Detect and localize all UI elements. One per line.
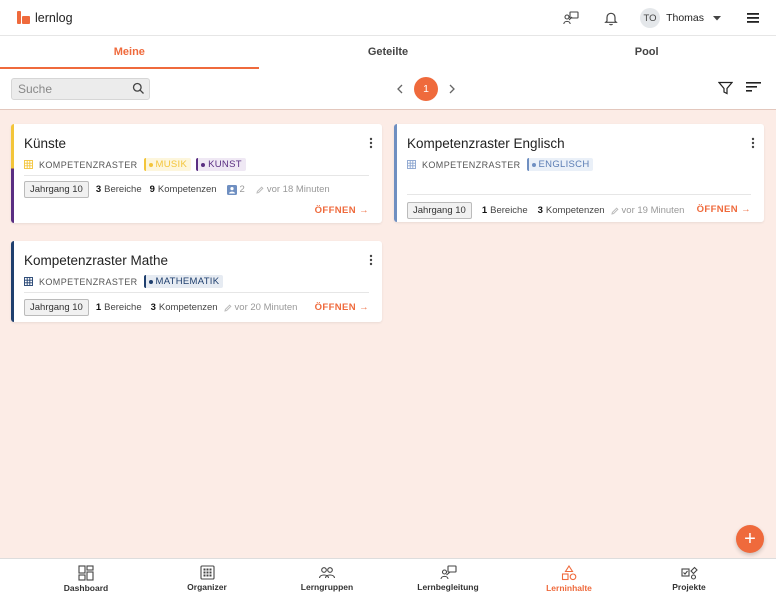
filter-icon[interactable] (718, 81, 733, 95)
pagination: 1 (396, 77, 456, 101)
subject-tag: MUSIK (143, 158, 192, 171)
subject-tag: KUNST (196, 158, 246, 171)
card-stats: Jahrgang 10 1 Bereiche 3 Kompetenzen vor 2… (24, 299, 297, 316)
card-color-strip (11, 241, 14, 322)
current-page-button[interactable]: 1 (414, 77, 438, 101)
app-logo[interactable]: lernlog (17, 11, 73, 25)
subject-tag: MATHEMATIK (143, 275, 224, 288)
dashboard-icon (78, 565, 94, 581)
calendar-grid-icon (199, 565, 215, 580)
caret-down-icon (713, 15, 721, 20)
mentoring-notification-button[interactable] (559, 6, 583, 30)
competencies-stat: 3 Kompetenzen (150, 302, 218, 313)
card-title: Kompetenzraster Englisch (407, 136, 565, 151)
open-button[interactable]: ÖFFNEN → (315, 302, 369, 313)
top-bar: lernlog TO Thomas (0, 0, 776, 36)
content-card-kuenste[interactable]: Künste KOMPETENZRASTER MUSIK KUNST Jahrg… (11, 124, 382, 223)
subject-tag: ENGLISCH (526, 158, 594, 171)
shapes-icon (561, 565, 577, 581)
shared-count: 2 (226, 184, 245, 195)
card-stats: Jahrgang 10 3 Bereiche 9 Kompetenzen 2 vor… (24, 181, 330, 198)
card-meta: KOMPETENZRASTER MUSIK KUNST (24, 158, 246, 171)
avatar: TO (640, 8, 661, 28)
open-button[interactable]: ÖFFNEN → (315, 205, 369, 216)
nav-lerngruppen[interactable]: Lerngruppen (272, 559, 382, 599)
nav-organizer[interactable]: Organizer (152, 559, 262, 599)
chevron-right-icon[interactable] (448, 84, 456, 94)
areas-stat: 1 Bereiche (95, 302, 142, 313)
mentoring-icon (439, 565, 457, 580)
competencies-stat: 3 Kompetenzen (537, 205, 605, 216)
groups-icon (318, 567, 336, 579)
card-color-strip (11, 124, 14, 223)
open-button[interactable]: ÖFFNEN → (697, 204, 751, 215)
toolbar: 1 (0, 69, 776, 110)
nav-lerninhalte[interactable]: Lerninhalte (514, 559, 624, 599)
main-menu-button[interactable] (741, 6, 765, 30)
grade-badge: Jahrgang 10 (24, 299, 89, 316)
card-divider (407, 194, 751, 195)
add-content-button[interactable]: + (736, 525, 764, 553)
search-icon[interactable] (132, 82, 145, 95)
card-title: Kompetenzraster Mathe (24, 253, 169, 268)
app-name: lernlog (35, 10, 73, 25)
grid-table-icon (407, 160, 416, 169)
card-meta: KOMPETENZRASTER ENGLISCH (407, 158, 594, 171)
person-badge-icon (226, 184, 237, 195)
content-tabs: Meine Geteilte Pool (0, 36, 776, 69)
search-input[interactable] (12, 79, 122, 99)
grade-badge: Jahrgang 10 (24, 181, 89, 198)
card-divider (24, 292, 369, 293)
card-meta: KOMPETENZRASTER MATHEMATIK (24, 275, 224, 288)
pencil-icon (610, 206, 619, 215)
card-stats: Jahrgang 10 1 Bereiche 3 Kompetenzen vor 1… (407, 202, 684, 219)
tab-meine[interactable]: Meine (0, 36, 259, 69)
card-type-label: KOMPETENZRASTER (39, 159, 138, 170)
card-color-strip (394, 124, 397, 222)
tab-geteilte[interactable]: Geteilte (259, 36, 518, 69)
more-vertical-icon[interactable] (369, 137, 373, 149)
card-type-label: KOMPETENZRASTER (422, 159, 521, 170)
card-divider (24, 175, 369, 176)
competencies-stat: 9 Kompetenzen (149, 184, 217, 195)
card-type-label: KOMPETENZRASTER (39, 276, 138, 287)
sort-icon[interactable] (746, 81, 761, 93)
last-edited: vor 18 Minuten (256, 184, 330, 195)
content-card-mathe[interactable]: Kompetenzraster Mathe KOMPETENZRASTER MA… (11, 241, 382, 322)
areas-stat: 3 Bereiche (95, 184, 142, 195)
bottom-navigation: Dashboard Organizer Lerngruppen Lernbegl… (0, 558, 776, 599)
lernlog-logo-icon (17, 11, 30, 24)
nav-dashboard[interactable]: Dashboard (31, 559, 141, 599)
areas-stat: 1 Bereiche (481, 205, 528, 216)
more-vertical-icon[interactable] (369, 254, 373, 266)
tab-pool[interactable]: Pool (517, 36, 776, 69)
more-vertical-icon[interactable] (751, 137, 755, 149)
bell-icon (604, 12, 618, 25)
pencil-icon (256, 185, 264, 194)
user-menu[interactable]: TO Thomas (640, 8, 721, 28)
person-board-icon (563, 11, 579, 25)
hamburger-icon (747, 13, 759, 23)
grid-table-icon (24, 160, 33, 169)
chevron-left-icon[interactable] (396, 84, 404, 94)
nav-lernbegleitung[interactable]: Lernbegleitung (393, 559, 503, 599)
search-box (11, 78, 150, 100)
card-title: Künste (24, 136, 67, 151)
user-name: Thomas (666, 12, 704, 24)
grade-badge: Jahrgang 10 (407, 202, 472, 219)
nav-projekte[interactable]: Projekte (634, 559, 744, 599)
grid-table-icon (24, 277, 33, 286)
notifications-button[interactable] (599, 6, 623, 30)
last-edited: vor 19 Minuten (610, 205, 684, 216)
content-card-englisch[interactable]: Kompetenzraster Englisch KOMPETENZRASTER… (394, 124, 764, 222)
pencil-icon (223, 303, 232, 312)
project-icon (680, 566, 698, 580)
last-edited: vor 20 Minuten (223, 302, 297, 313)
